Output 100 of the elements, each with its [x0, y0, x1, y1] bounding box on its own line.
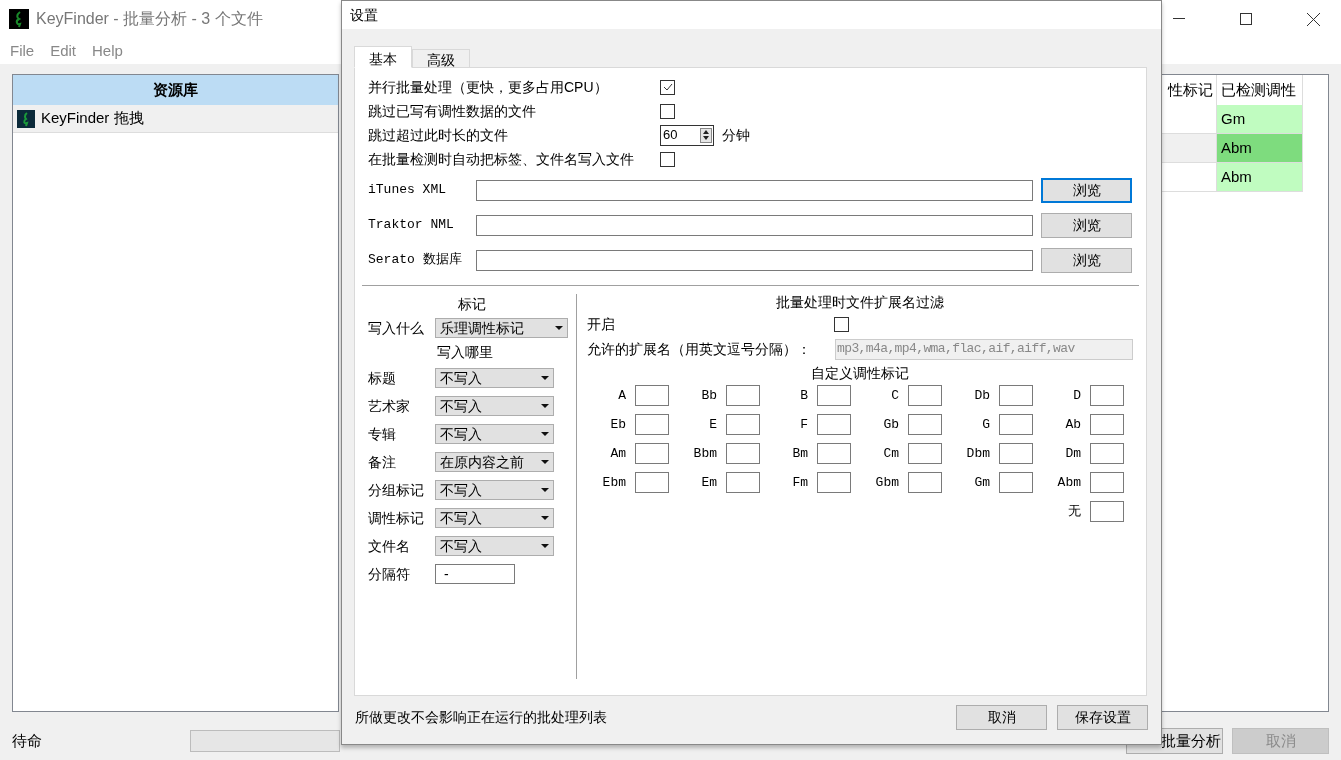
dropdown[interactable]: 不写入	[435, 396, 554, 416]
key-field[interactable]	[908, 385, 942, 406]
key-field[interactable]	[999, 385, 1033, 406]
field-label: 写入什么	[368, 318, 425, 338]
key-field[interactable]	[1090, 443, 1124, 464]
key-field[interactable]	[908, 472, 942, 493]
caret-icon	[541, 516, 549, 520]
key-field[interactable]	[726, 472, 760, 493]
key-field[interactable]	[1090, 385, 1124, 406]
table-cell: Abm	[1217, 134, 1303, 163]
app-icon	[9, 9, 29, 29]
section-title: 自定义调性标记	[810, 364, 910, 383]
path-field[interactable]	[476, 214, 1033, 236]
key-field[interactable]	[726, 414, 760, 435]
key-label: Cm	[883, 444, 899, 463]
table-cell: Gm	[1217, 105, 1303, 134]
footer-note: 所做更改不会影响正在运行的批处理列表	[355, 708, 607, 727]
key-field[interactable]	[817, 472, 851, 493]
menu-item[interactable]: File	[10, 39, 35, 63]
close-icon[interactable]	[1307, 12, 1320, 26]
browse-button[interactable]: 浏览	[1041, 212, 1132, 238]
caret-icon	[555, 326, 563, 330]
key-field[interactable]	[999, 414, 1033, 435]
option-label: 跳过已写有调性数据的文件	[368, 101, 537, 121]
dropdown[interactable]: 不写入	[435, 508, 554, 528]
path-field[interactable]	[476, 249, 1033, 271]
spin-arrows-icon[interactable]	[702, 129, 710, 141]
browse-button[interactable]: 浏览	[1041, 247, 1132, 273]
key-field[interactable]	[999, 472, 1033, 493]
key-label: Abm	[1057, 473, 1081, 492]
key-label: Gbm	[875, 473, 899, 492]
checkbox[interactable]	[660, 79, 675, 95]
key-field[interactable]	[817, 443, 851, 464]
key-field[interactable]	[635, 443, 669, 464]
dropdown[interactable]: 不写入	[435, 368, 554, 388]
caret-icon	[541, 488, 549, 492]
path-label: Traktor NML	[368, 216, 455, 235]
browse-button[interactable]: 浏览	[1041, 177, 1132, 203]
key-field[interactable]	[908, 443, 942, 464]
checkbox[interactable]	[660, 151, 675, 167]
dropdown[interactable]: 在原内容之前	[435, 452, 554, 472]
library-item[interactable]: KeyFinder 拖拽	[13, 105, 338, 133]
window-title: KeyFinder - 批量分析 - 3 个文件	[36, 9, 263, 29]
section-title: 批量处理时文件扩展名过滤	[775, 293, 945, 312]
key-label: Db	[974, 386, 990, 405]
field-label: 分隔符	[368, 564, 411, 584]
key-label: Bm	[792, 444, 808, 463]
option-label: 跳过超过此时长的文件	[368, 125, 509, 145]
field-label: 备注	[368, 452, 397, 472]
button[interactable]: 保存设置	[1057, 705, 1148, 730]
separator-field[interactable]: -	[435, 564, 515, 584]
key-label: Ab	[1065, 415, 1081, 434]
path-field[interactable]	[476, 179, 1033, 201]
key-label: Bbm	[693, 444, 717, 463]
dropdown[interactable]: 不写入	[435, 424, 554, 444]
dropdown[interactable]: 乐理调性标记	[435, 318, 568, 338]
key-field[interactable]	[817, 385, 851, 406]
dropdown[interactable]: 不写入	[435, 480, 554, 500]
option-label: 开启	[587, 314, 616, 334]
key-field[interactable]	[726, 385, 760, 406]
key-field[interactable]	[999, 443, 1033, 464]
maximize-icon[interactable]	[1240, 13, 1252, 25]
spin-field[interactable]: 60	[660, 124, 714, 146]
checkbox[interactable]	[660, 103, 675, 119]
key-label: G	[982, 415, 990, 434]
key-field[interactable]	[635, 385, 669, 406]
extensions-field: mp3,m4a,mp4,wma,flac,aif,aiff,wav	[835, 338, 1133, 360]
key-field[interactable]	[726, 443, 760, 464]
field-label: 分组标记	[368, 480, 425, 500]
menu-item[interactable]: Edit	[50, 39, 77, 63]
key-field[interactable]	[635, 414, 669, 435]
path-label: Serato 数据库	[368, 251, 463, 270]
checkbox[interactable]	[834, 316, 849, 332]
key-field[interactable]	[635, 472, 669, 493]
table-cell: Abm	[1217, 163, 1303, 192]
menu-item[interactable]: Help	[92, 39, 123, 63]
minimize-icon[interactable]	[1173, 18, 1185, 20]
caret-icon	[541, 376, 549, 380]
dropdown[interactable]: 不写入	[435, 536, 554, 556]
tab[interactable]: 基本	[354, 46, 412, 68]
field-label: 调性标记	[368, 508, 425, 528]
key-field[interactable]	[1090, 501, 1124, 522]
key-label: Dbm	[966, 444, 990, 463]
key-label: Eb	[610, 415, 626, 434]
button[interactable]: 取消	[956, 705, 1047, 730]
section-title: 标记	[457, 295, 487, 314]
option-label: 在批量检测时自动把标签、文件名写入文件	[368, 149, 635, 169]
field-label: 标题	[368, 368, 397, 388]
key-label: Gb	[883, 415, 899, 434]
column-header: 资源库	[13, 75, 338, 105]
key-field[interactable]	[817, 414, 851, 435]
key-label: A	[618, 386, 626, 405]
key-field[interactable]	[1090, 472, 1124, 493]
key-label: Ebm	[602, 473, 626, 492]
key-label: Em	[701, 473, 717, 492]
key-field[interactable]	[1090, 414, 1124, 435]
key-label: C	[891, 386, 899, 405]
field-label: 允许的扩展名（用英文逗号分隔）：	[587, 339, 812, 359]
key-label: Bb	[701, 386, 717, 405]
key-field[interactable]	[908, 414, 942, 435]
